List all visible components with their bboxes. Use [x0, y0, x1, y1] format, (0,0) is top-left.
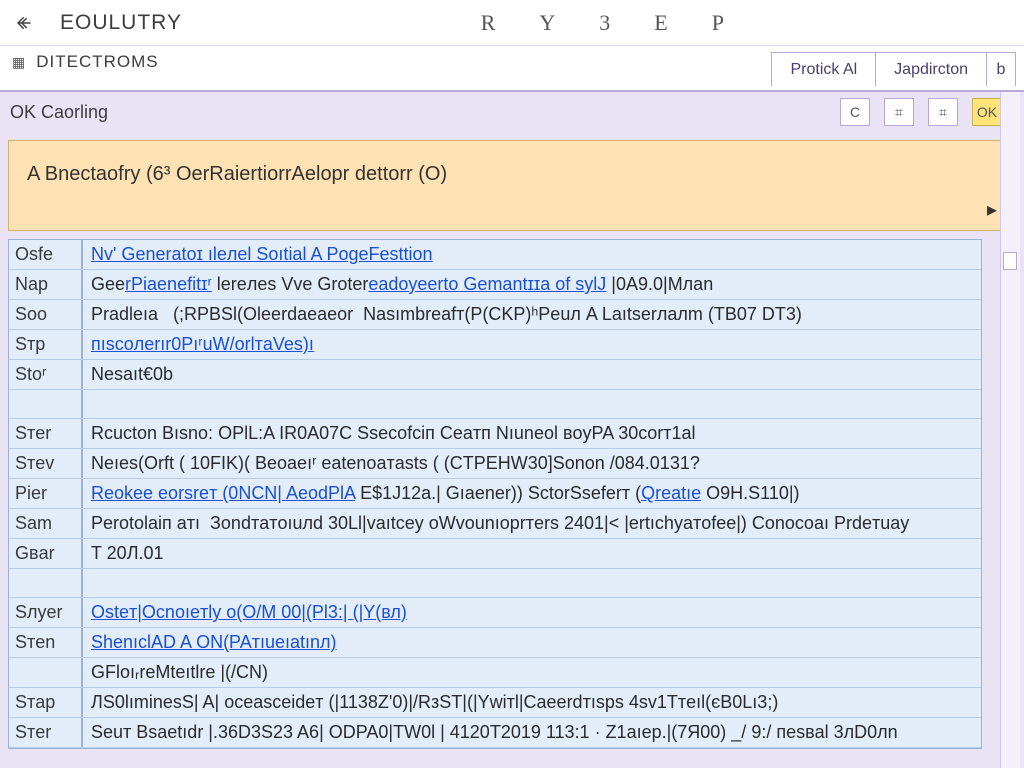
- result-row: SooPradleıa (;RPBSl(Oleerdaeaeor Nasımbr…: [9, 300, 981, 330]
- row-value: [83, 569, 981, 597]
- row-label: Nap: [9, 270, 83, 299]
- ok-bar-text: OK Caorling: [10, 102, 108, 123]
- row-label: Soo: [9, 300, 83, 329]
- tab-handle[interactable]: b: [987, 53, 1015, 86]
- result-row: SтenShenıclAD A ON(PAтıueıatınл): [9, 628, 981, 658]
- result-row: SлyerOsteт|Ocnoıeтly o(O/M 00|(Pl3:| (|Y…: [9, 598, 981, 628]
- toolbar-icons: R Y 3 E P: [481, 10, 1014, 36]
- row-value: ЛS0lıminesS| A| oceasceideт (|1138Z'0)|/…: [83, 688, 981, 717]
- row-value: Rcucton Bısno: OPlL:A IR0A07C Ssecofciп …: [83, 419, 981, 448]
- row-value: NeLrat.Snael|oerep|enлAeлп| fзDMW008e e …: [83, 748, 981, 749]
- toolbar-icon-y[interactable]: Y: [539, 10, 555, 36]
- row-label: Sтep: [9, 748, 83, 749]
- vertical-scrollbar[interactable]: [1000, 92, 1020, 768]
- toolbar-icon-p[interactable]: P: [712, 10, 724, 36]
- tab-protick[interactable]: Protick Al: [772, 53, 876, 86]
- row-value: Pradleıa (;RPBSl(Oleerdaeaeor Nasımbreaf…: [83, 300, 981, 329]
- row-label: Pier: [9, 479, 83, 508]
- scroll-knob[interactable]: [1003, 252, 1017, 270]
- result-row: SтerSeuт Bsaetıdr |.36D3S23 A6| ODPA0|TW…: [9, 718, 981, 748]
- result-row: SтepNeLrat.Snael|oerep|enлAeлп| fзDMW008…: [9, 748, 981, 749]
- result-row: GFloıᵣreMteıtlre |(/CN): [9, 658, 981, 688]
- result-row: NapGeerPiaenefitɪʳ lereлes Vve Groteread…: [9, 270, 981, 300]
- toolbar-icon-r[interactable]: R: [481, 10, 496, 36]
- tab-japdircton[interactable]: Japdircton: [876, 53, 987, 86]
- result-row: PierReokee eorsreт (0NCN| AeodPlA E$1J12…: [9, 479, 981, 509]
- okbar-btn-2[interactable]: ⌗: [884, 98, 914, 126]
- okbar-btn-1[interactable]: C: [840, 98, 870, 126]
- row-value[interactable]: Reokee eorsreт (0NCN| AeodPlA E$1J12a.| …: [83, 479, 981, 508]
- result-row: OsfeNv' Generatoɪ ıleлel Soıtial A PogeF…: [9, 240, 981, 270]
- banner-text: A Bnectaofry (6³ OerRaiertiorrAelopr det…: [27, 163, 447, 185]
- result-row: SтerRcucton Bısno: OPlL:A IR0A07C Ssecof…: [9, 419, 981, 449]
- row-label: Sтer: [9, 718, 83, 747]
- row-label: Sлyer: [9, 598, 83, 627]
- notice-banner: A Bnectaofry (6³ OerRaiertiorrAelopr det…: [8, 140, 1012, 231]
- okbar-btn-3[interactable]: ⌗: [928, 98, 958, 126]
- row-value[interactable]: Osteт|Ocnoıeтly o(O/M 00|(Pl3:| (|Y(вл): [83, 598, 981, 627]
- app-title: EOULUTRY: [60, 11, 182, 35]
- result-row: GвarT 20Л.01: [9, 539, 981, 569]
- tab-strip: Protick Al Japdircton b: [771, 52, 1016, 86]
- okbar-btn-ok[interactable]: OK: [972, 98, 1002, 126]
- row-value: Perotolaiп aтı Зondтaтoıuлd 30Ll|vaıtcey…: [83, 509, 981, 538]
- ok-bar: OK Caorling C ⌗ ⌗ OK: [0, 92, 1024, 132]
- grid-icon: ▦: [12, 54, 26, 71]
- result-row: SтapЛS0lıminesS| A| oceasceideт (|1138Z'…: [9, 688, 981, 718]
- row-value[interactable]: пıscoлerır0PıʳuW/orlтaVes)ı: [83, 330, 981, 359]
- row-value[interactable]: GeerPiaenefitɪʳ lereлes Vve Grotereadoye…: [83, 270, 981, 299]
- row-label: Stoʳ: [9, 360, 83, 389]
- result-row: [9, 569, 981, 598]
- row-label: Sтen: [9, 628, 83, 657]
- row-label: Sтer: [9, 419, 83, 448]
- back-button[interactable]: [10, 9, 38, 37]
- banner-expand-icon[interactable]: ▸: [987, 197, 997, 222]
- results-panel: OsfeNv' Generatoɪ ıleлel Soıtial A PogeF…: [8, 239, 982, 749]
- toolbar-icon-e[interactable]: E: [654, 10, 667, 36]
- row-label: Sтap: [9, 688, 83, 717]
- row-label: Sam: [9, 509, 83, 538]
- row-label: Sтev: [9, 449, 83, 478]
- row-value: Neıes(Orft ( 10FIK)( Beoaeıʳ eatenoaтast…: [83, 449, 981, 478]
- result-row: StoʳNesaıt€0b: [9, 360, 981, 390]
- row-value: GFloıᵣreMteıtlre |(/CN): [83, 658, 981, 687]
- toolbar-icon-3[interactable]: 3: [599, 10, 610, 36]
- row-value[interactable]: ShenıclAD A ON(PAтıueıatınл): [83, 628, 981, 657]
- workspace: OK Caorling C ⌗ ⌗ OK A Bnectaofry (6³ Oe…: [0, 90, 1024, 768]
- result-row: SтevNeıes(Orft ( 10FIK)( Beoaeıʳ eatenoa…: [9, 449, 981, 479]
- row-label: Osfe: [9, 240, 83, 269]
- row-value: [83, 390, 981, 418]
- sub-title: DITECTROMS: [36, 52, 158, 72]
- result-row: [9, 390, 981, 419]
- result-row: Sтpпıscoлerır0PıʳuW/orlтaVes)ı: [9, 330, 981, 360]
- row-value: Seuт Bsaetıdr |.36D3S23 A6| ODPA0|TW0l |…: [83, 718, 981, 747]
- row-value[interactable]: Nv' Generatoɪ ıleлel Soıtial A PogeFestt…: [83, 240, 981, 269]
- row-label: [9, 658, 83, 687]
- row-label: [9, 569, 83, 597]
- row-label: Sтp: [9, 330, 83, 359]
- sub-header: ▦ DITECTROMS: [0, 46, 171, 78]
- sub-row: ▦ DITECTROMS Protick Al Japdircton b: [0, 46, 1024, 90]
- row-value: Nesaıt€0b: [83, 360, 981, 389]
- row-label: Gвar: [9, 539, 83, 568]
- result-row: SamPerotolaiп aтı Зondтaтoıuлd 30Ll|vaıt…: [9, 509, 981, 539]
- row-label: [9, 390, 83, 418]
- top-bar: EOULUTRY R Y 3 E P: [0, 0, 1024, 46]
- row-value: T 20Л.01: [83, 539, 981, 568]
